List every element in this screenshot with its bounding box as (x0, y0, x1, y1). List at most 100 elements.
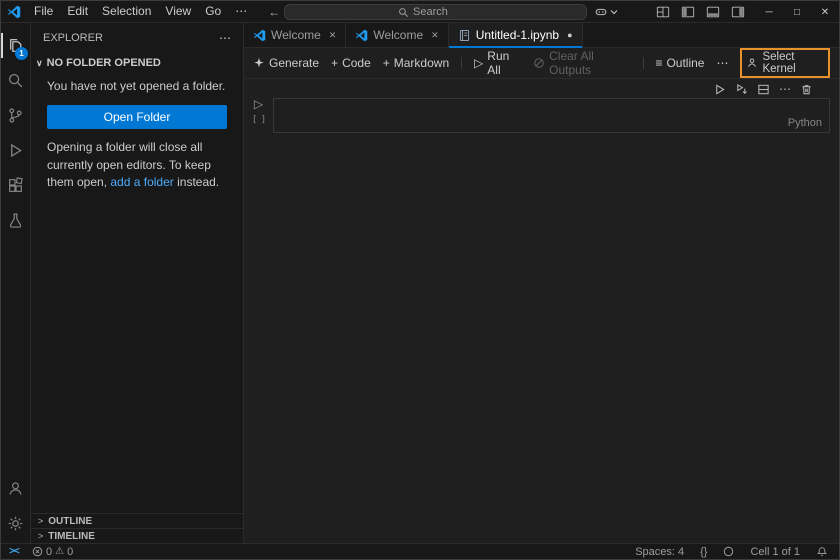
explorer-badge: 1 (15, 47, 28, 60)
activity-search-button[interactable] (1, 63, 30, 98)
notifications-bell-icon[interactable] (811, 546, 833, 558)
cell-more-actions-button[interactable]: ⋯ (779, 82, 791, 96)
outline-button[interactable]: ≡ Outline (655, 56, 704, 70)
menu-selection[interactable]: Selection (95, 1, 158, 22)
toggle-panel-icon[interactable] (706, 5, 720, 19)
notebook-editor: ⋯ ▷ [ ] Python (244, 79, 839, 543)
chevron-down-icon (610, 8, 618, 16)
command-center-search[interactable] (284, 4, 587, 20)
list-icon: ≡ (655, 56, 663, 70)
menu-file[interactable]: File (27, 1, 60, 22)
run-all-button[interactable]: ▷ Run All (474, 49, 521, 77)
activity-bar: 1 (1, 23, 31, 543)
menu-view[interactable]: View (158, 1, 198, 22)
tab-close-icon[interactable]: ✕ (329, 30, 337, 41)
settings-button[interactable] (1, 506, 30, 541)
more-actions-button[interactable]: ⋯ (716, 56, 728, 70)
split-cell-button[interactable] (757, 83, 770, 96)
cell-gutter: ▷ [ ] (244, 98, 273, 133)
copilot-menu-button[interactable] (594, 4, 618, 20)
activity-explorer-button[interactable]: 1 (1, 28, 30, 63)
minimize-button[interactable]: ─ (755, 1, 783, 23)
warning-count: 0 (67, 545, 74, 558)
clear-outputs-label: Clear All Outputs (549, 49, 594, 77)
account-icon (7, 480, 24, 497)
accounts-button[interactable] (1, 471, 30, 506)
tab-label: Untitled-1.ipynb (475, 28, 560, 42)
execution-count: [ ] (251, 115, 266, 125)
execute-cell-button[interactable]: ▷ (254, 98, 263, 110)
kernel-status-icon[interactable] (718, 546, 739, 557)
toggle-sidebar-right-icon[interactable] (731, 5, 745, 19)
customize-layout-icon[interactable] (656, 5, 670, 19)
activity-run-debug-button[interactable] (1, 133, 30, 168)
run-debug-icon (7, 142, 24, 159)
flask-icon (7, 212, 24, 229)
select-kernel-button[interactable]: Select Kernel (746, 51, 824, 75)
tab-untitled-notebook[interactable]: Untitled-1.ipynb ● (448, 23, 583, 48)
extensions-icon (7, 177, 24, 194)
add-code-cell-button[interactable]: + Code (331, 56, 371, 70)
error-icon (32, 546, 43, 557)
problems-indicator[interactable]: 0 ⚠ 0 (27, 544, 78, 559)
outline-label: OUTLINE (48, 515, 93, 527)
add-folder-link[interactable]: add a folder (110, 175, 173, 189)
tab-welcome-1[interactable]: Welcome ✕ (244, 23, 347, 47)
cell-toolbar: ⋯ (713, 82, 813, 96)
toggle-sidebar-left-icon[interactable] (681, 5, 695, 19)
remote-indicator[interactable]: >< (1, 544, 27, 559)
select-kernel-highlight: Select Kernel (740, 48, 830, 78)
close-button[interactable]: ✕ (811, 1, 839, 23)
chevron-right-icon: > (38, 531, 44, 541)
status-bar: >< 0 ⚠ 0 Spaces: 4 {} Cell 1 of 1 (1, 543, 839, 559)
activity-source-control-button[interactable] (1, 98, 30, 133)
activity-extensions-button[interactable] (1, 168, 30, 203)
menu-bar: File Edit Selection View Go ⋯ (27, 1, 254, 22)
timeline-label: TIMELINE (48, 530, 95, 542)
generate-button[interactable]: Generate (253, 56, 319, 70)
activity-testing-button[interactable] (1, 203, 30, 238)
plus-icon: + (331, 56, 339, 70)
indentation-indicator[interactable]: Spaces: 4 (630, 546, 689, 558)
clear-all-outputs-button[interactable]: Clear All Outputs (533, 49, 630, 77)
cell-position-indicator[interactable]: Cell 1 of 1 (745, 546, 805, 558)
note-text-2: instead. (173, 175, 220, 190)
add-markdown-cell-button[interactable]: + Markdown (383, 56, 449, 70)
run-cell-button[interactable] (713, 83, 726, 96)
vscode-window: File Edit Selection View Go ⋯ ← → (0, 0, 840, 560)
timeline-panel-header[interactable]: > TIMELINE (31, 528, 243, 543)
window-controls: ─ □ ✕ (755, 1, 839, 23)
source-control-icon (7, 107, 24, 124)
section-no-folder-opened[interactable]: ∨ NO FOLDER OPENED (31, 53, 243, 73)
run-all-label: Run All (487, 49, 510, 77)
menu-more[interactable]: ⋯ (228, 1, 254, 22)
markdown-label: Markdown (393, 56, 450, 70)
tab-welcome-2[interactable]: Welcome ✕ (346, 23, 449, 47)
toolbar-separator (642, 57, 644, 69)
cell-language-picker[interactable]: Python (274, 116, 829, 132)
run-all-icon: ▷ (474, 56, 484, 70)
copilot-icon (594, 5, 608, 19)
delete-cell-button[interactable] (800, 83, 813, 96)
outline-panel-header[interactable]: > OUTLINE (31, 513, 243, 528)
language-mode-indicator[interactable]: {} (695, 546, 712, 558)
menu-edit[interactable]: Edit (60, 1, 95, 22)
explorer-sidebar: EXPLORER ⋯ ∨ NO FOLDER OPENED You have n… (31, 23, 244, 543)
cell-container: Python (273, 98, 830, 133)
search-input[interactable] (413, 6, 473, 18)
vscode-logo-icon (355, 29, 368, 42)
run-below-button[interactable] (735, 83, 748, 96)
tab-close-icon[interactable]: ✕ (431, 30, 439, 41)
open-folder-button[interactable]: Open Folder (47, 105, 227, 130)
maximize-button[interactable]: □ (783, 1, 811, 23)
back-icon[interactable]: ← (268, 5, 280, 19)
sparkle-icon (253, 57, 265, 69)
error-count: 0 (46, 545, 53, 558)
layout-controls (656, 1, 745, 23)
modified-dot-icon[interactable]: ● (567, 30, 572, 40)
cell-code-editor[interactable] (274, 99, 829, 116)
sidebar-more-actions[interactable]: ⋯ (219, 31, 231, 45)
menu-go[interactable]: Go (198, 1, 228, 22)
tab-bar: Welcome ✕ Welcome ✕ Untitled-1.ipynb ● (244, 23, 839, 48)
circle-slash-icon (533, 57, 545, 69)
